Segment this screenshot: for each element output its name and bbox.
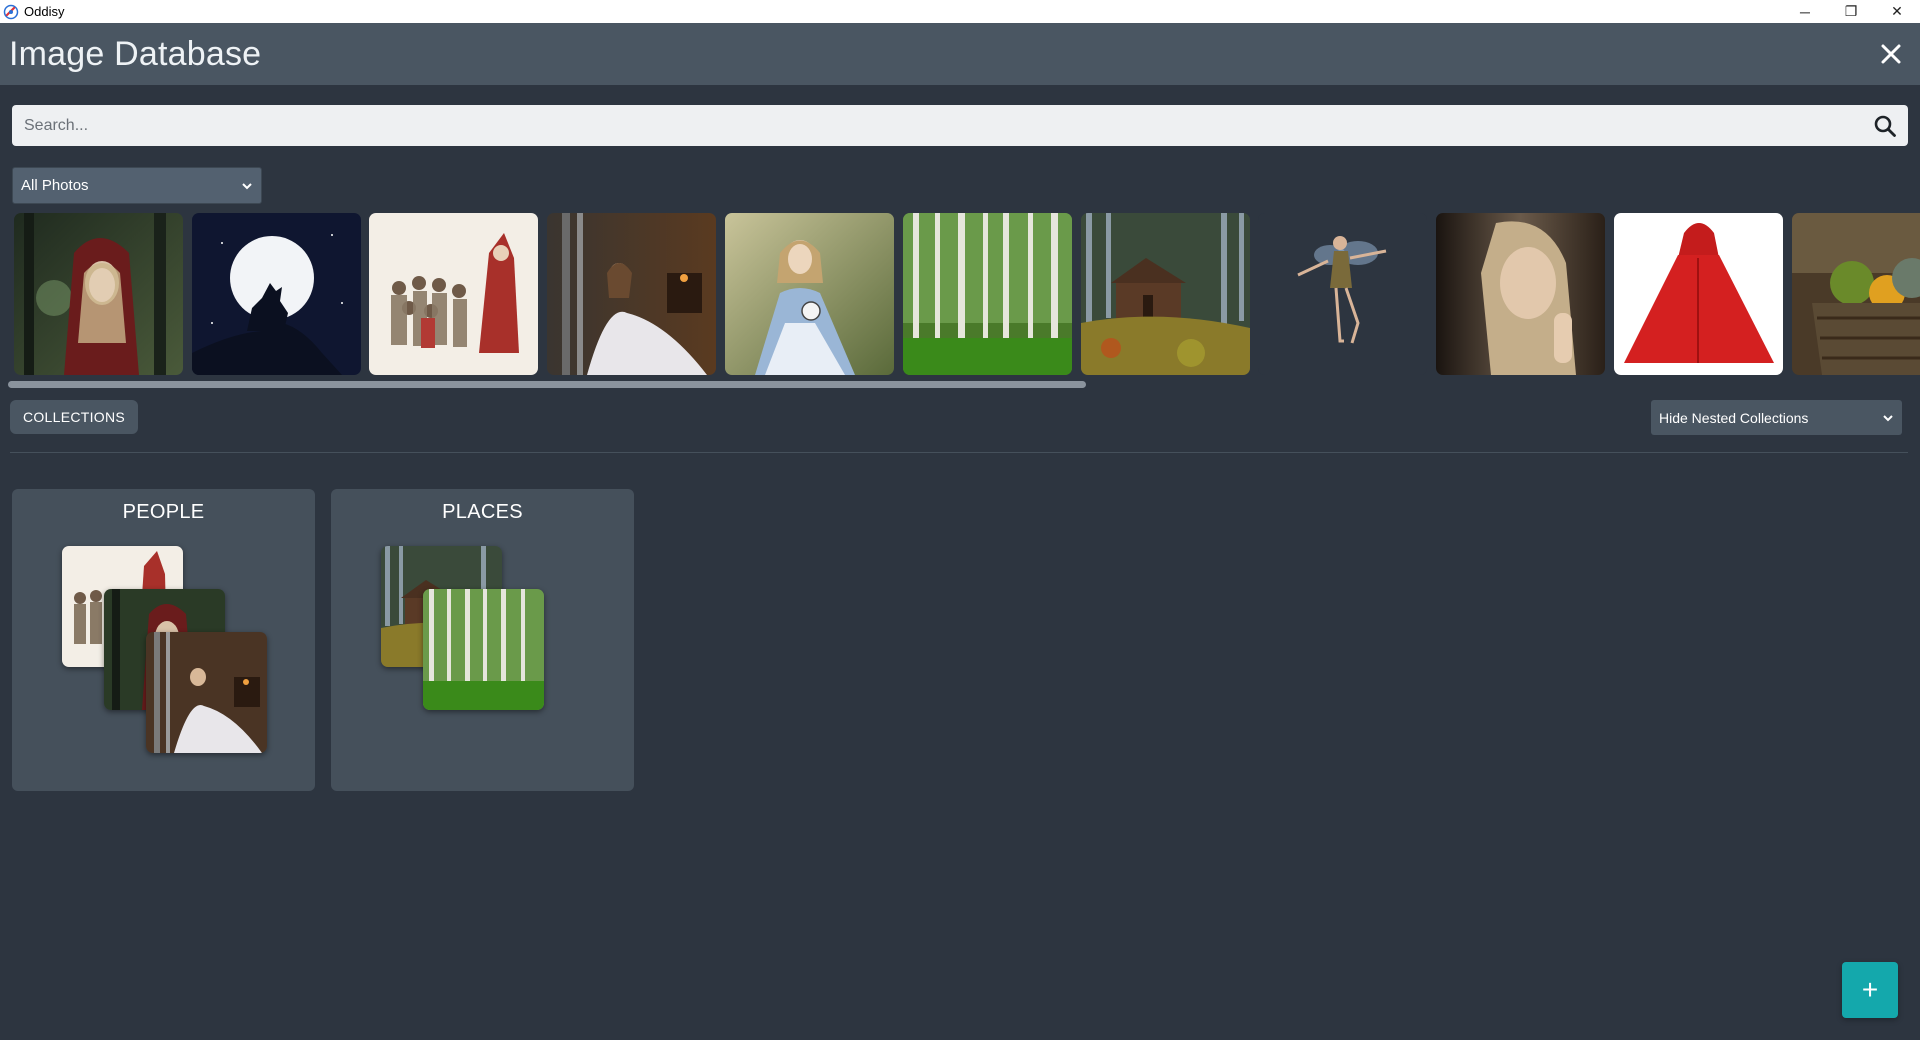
restore-button[interactable]: ❐ [1828, 0, 1874, 23]
os-window-title: Oddisy [24, 4, 65, 19]
thumbnail[interactable] [547, 213, 716, 375]
search-bar [12, 105, 1908, 146]
os-title-bar: Oddisy ─ ❐ ✕ [0, 0, 1920, 23]
photo-girl-blue-dress [725, 213, 894, 375]
photo-red-cloak [1614, 213, 1783, 375]
search-input[interactable] [12, 105, 1873, 146]
photo-red-hood-woman [14, 213, 183, 375]
thumbnail[interactable] [1792, 213, 1920, 375]
photo-illustrated-crowd [369, 213, 538, 375]
photo-woman-white-dress [547, 213, 716, 375]
collection-preview [423, 589, 544, 710]
thumbnail[interactable] [369, 213, 538, 375]
collection-card-people[interactable]: PEOPLE [12, 489, 315, 791]
close-button[interactable] [1876, 39, 1906, 69]
thumbnail[interactable] [14, 213, 183, 375]
minimize-button[interactable]: ─ [1782, 0, 1828, 23]
photo-vegetable-basket [1792, 213, 1920, 375]
thumbnail[interactable] [1436, 213, 1605, 375]
thumbnail[interactable] [903, 213, 1072, 375]
thumbnail[interactable] [1081, 213, 1250, 375]
photo-woman-white-dress [146, 632, 267, 753]
thumbnail[interactable] [1614, 213, 1783, 375]
photo-birch-forest [423, 589, 544, 710]
photo-blonde-woman [1436, 213, 1605, 375]
thumbnail-strip [14, 213, 1920, 376]
photo-forest-cabin [1081, 213, 1250, 375]
photo-birch-forest [903, 213, 1072, 375]
collection-preview [146, 632, 267, 753]
thumbnail[interactable] [192, 213, 361, 375]
nested-collections-value: Hide Nested Collections [1659, 409, 1809, 426]
app-logo-icon [3, 4, 19, 19]
window-close-button[interactable]: ✕ [1874, 0, 1920, 23]
add-button[interactable]: + [1842, 962, 1898, 1018]
page-title: Image Database [9, 34, 262, 73]
photo-wolf-moon [192, 213, 361, 375]
collections-button[interactable]: COLLECTIONS [10, 400, 138, 434]
nested-collections-select[interactable]: Hide Nested Collections [1651, 400, 1902, 435]
chevron-down-icon [242, 182, 252, 189]
photo-filter-select[interactable]: All Photos [12, 167, 262, 204]
thumbnail[interactable] [1258, 213, 1427, 375]
chevron-down-icon [1883, 414, 1893, 421]
collection-card-places[interactable]: PLACES [331, 489, 634, 791]
app-header: Image Database [0, 23, 1920, 85]
os-window-controls: ─ ❐ ✕ [1782, 0, 1920, 23]
search-icon[interactable] [1873, 114, 1897, 138]
collection-title: PLACES [442, 501, 523, 523]
collection-title: PEOPLE [122, 501, 205, 523]
close-icon [1881, 44, 1901, 64]
section-divider [10, 452, 1908, 453]
photo-fairy [1258, 213, 1427, 375]
photo-filter-value: All Photos [21, 177, 89, 194]
thumbnail[interactable] [725, 213, 894, 375]
horizontal-scrollbar[interactable] [8, 381, 1086, 388]
